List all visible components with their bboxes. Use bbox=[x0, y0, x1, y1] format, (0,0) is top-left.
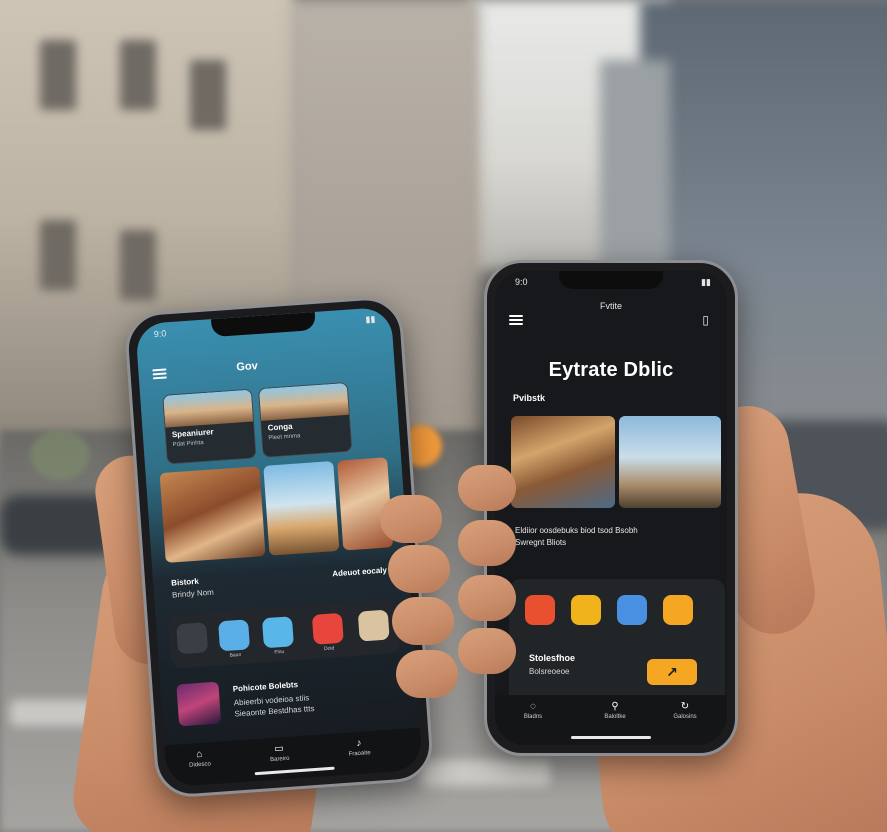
status-time: 9:0 bbox=[515, 277, 528, 287]
right-phone-screen: 9:0 ▮▮ Fvtite ▯ Eytrate Dblic Pvibstk El… bbox=[495, 271, 727, 745]
app-dock: Baun Flnu Doid bbox=[167, 598, 401, 669]
status-title: Fvtite bbox=[599, 301, 622, 311]
app-label: Flnu bbox=[274, 648, 285, 656]
tab-mic[interactable]: ♪ Fraoaite bbox=[335, 736, 384, 758]
files-icon[interactable] bbox=[218, 619, 251, 652]
app-panel: Stolesfhoe Bolsreoeoe ↗ bbox=[509, 579, 725, 711]
feature-title: Pohicote Bolebts bbox=[232, 680, 299, 694]
app-label: Doid bbox=[323, 645, 335, 653]
promo-button[interactable]: ↗ bbox=[647, 659, 697, 685]
left-hand-finger bbox=[392, 597, 454, 645]
tv-icon[interactable] bbox=[311, 612, 344, 645]
left-hand-finger bbox=[388, 545, 450, 593]
tab-pin[interactable]: ⚲ Baloltke bbox=[591, 701, 639, 720]
left-phone: 9:0 ▮▮ Gov Speaniurer Pdat Pinhta Conga … bbox=[123, 294, 435, 800]
tab-refresh[interactable]: ↻ Galosins bbox=[661, 701, 709, 720]
right-hand-finger bbox=[458, 628, 516, 674]
promo-title: Stolesfhoe bbox=[529, 653, 576, 663]
card[interactable]: Speaniurer Pdat Pinhta bbox=[162, 388, 257, 465]
battery-icon: ▮▮ bbox=[365, 313, 376, 325]
section-title: Bistork bbox=[170, 576, 200, 588]
promo-subtitle: Bolsreoeoe bbox=[529, 667, 570, 676]
right-hand-finger bbox=[458, 575, 516, 621]
right-phone: 9:0 ▮▮ Fvtite ▯ Eytrate Dblic Pvibstk El… bbox=[484, 260, 738, 756]
right-hand-finger bbox=[458, 520, 516, 566]
left-hand-finger bbox=[380, 495, 442, 543]
page-title: Eytrate Dblic bbox=[548, 359, 674, 381]
notch bbox=[210, 311, 316, 338]
folder-icon[interactable] bbox=[571, 595, 601, 625]
home-icon: ◌ bbox=[530, 701, 536, 712]
doc-icon[interactable] bbox=[663, 595, 693, 625]
feature-thumbnail[interactable] bbox=[176, 681, 222, 727]
tab-home[interactable]: ◌ Bladns bbox=[509, 701, 557, 720]
book-icon: ▭ bbox=[273, 743, 285, 755]
bokeh-light bbox=[30, 430, 90, 480]
tab-bar: ◌ Bladns ⚲ Baloltke ↻ Galosins bbox=[495, 695, 727, 745]
tab-book[interactable]: ▭ Bareiro bbox=[255, 742, 304, 764]
description-line: Eldiior oosdebuks biod tsod Bsobh bbox=[515, 526, 638, 535]
crosswalk-stripe bbox=[420, 760, 550, 786]
left-phone-screen: 9:0 ▮▮ Gov Speaniurer Pdat Pinhta Conga … bbox=[135, 306, 423, 788]
pin-icon: ⚲ bbox=[611, 701, 619, 712]
left-hand-finger bbox=[396, 650, 458, 698]
card[interactable]: Conga Pleet mnma bbox=[257, 381, 353, 458]
refresh-icon: ↻ bbox=[680, 701, 690, 712]
home-indicator bbox=[571, 736, 651, 739]
app-label: Baun bbox=[229, 651, 242, 659]
battery-icon: ▮▮ bbox=[701, 277, 711, 287]
mic-icon: ♪ bbox=[356, 737, 362, 750]
home-icon: ⌂ bbox=[195, 748, 203, 761]
chat-icon[interactable] bbox=[617, 595, 647, 625]
tab-home[interactable]: ⌂ Didesco bbox=[175, 747, 224, 769]
home-indicator bbox=[254, 766, 335, 776]
share-icon[interactable]: ▯ bbox=[702, 313, 709, 327]
notch bbox=[559, 271, 663, 289]
refresh-icon[interactable] bbox=[525, 595, 555, 625]
tab-bar: ⌂ Didesco ▭ Bareiro ♪ Fraoaite bbox=[164, 727, 423, 788]
gallery-photo[interactable] bbox=[511, 416, 615, 508]
right-hand-finger bbox=[458, 465, 516, 511]
status-time: 9:0 bbox=[153, 328, 167, 340]
gallery-photo[interactable] bbox=[263, 461, 340, 556]
description-line: Swregnt Bliots bbox=[515, 538, 567, 547]
section-link[interactable]: Adeuot eocaly bbox=[332, 566, 387, 579]
menu-icon[interactable] bbox=[152, 368, 167, 380]
gallery-photo[interactable] bbox=[159, 466, 266, 563]
section-subtitle: Brindy Nom bbox=[171, 587, 215, 600]
section-title: Pvibstk bbox=[513, 393, 546, 403]
gallery-icon[interactable] bbox=[357, 609, 390, 642]
page-title: Gov bbox=[235, 360, 259, 374]
chat-icon[interactable] bbox=[261, 616, 294, 649]
menu-icon[interactable] bbox=[509, 315, 523, 325]
photos-icon[interactable] bbox=[176, 622, 209, 655]
gallery-photo[interactable] bbox=[619, 416, 721, 508]
